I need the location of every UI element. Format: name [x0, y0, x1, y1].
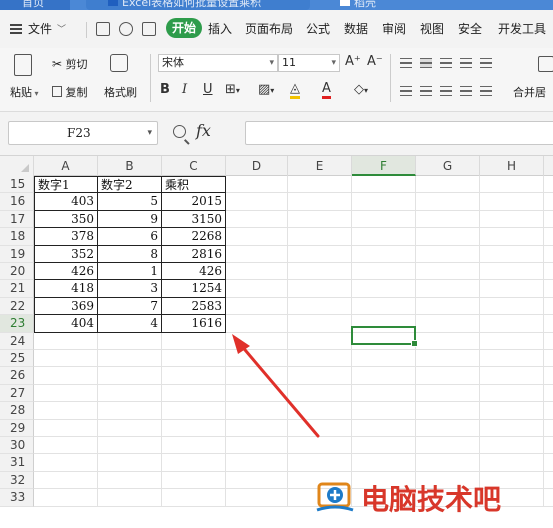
save-icon[interactable]: [96, 22, 110, 36]
align-right-icon[interactable]: [440, 86, 452, 96]
formula-input[interactable]: [245, 121, 553, 145]
watermark: 电脑技术吧: [313, 478, 501, 518]
scissors-icon: ✂: [52, 57, 63, 71]
tab-data[interactable]: 数据: [344, 20, 368, 37]
chevron-down-icon: ▾: [331, 58, 336, 68]
align-top-icon[interactable]: [400, 58, 412, 68]
divider: [86, 22, 87, 38]
copy-icon: [52, 86, 62, 97]
tab-start[interactable]: 开始: [166, 18, 202, 38]
spreadsheet-grid: A B C D E F G H 15 数字1 数字2 乘积 16 403 5 2015 17 35…: [0, 156, 553, 528]
merge-icon[interactable]: [538, 56, 553, 72]
align-middle-icon[interactable]: [420, 58, 432, 68]
format-painter-icon[interactable]: [110, 54, 128, 72]
undo-icon[interactable]: [119, 22, 133, 36]
name-box[interactable]: F23 ▾: [8, 121, 158, 145]
chevron-down-icon: ▾: [269, 58, 274, 68]
copy-button[interactable]: 复制: [52, 84, 88, 100]
fill-color-icon[interactable]: ◬: [290, 82, 300, 99]
monitor-logo-icon: [316, 482, 354, 512]
tab-developer[interactable]: 开发工具: [498, 20, 546, 37]
menu-bar: 文件 ﹀ 开始 插入 页面布局 公式 数据 审阅 视图 安全 开发工具: [0, 10, 553, 48]
divider: [390, 54, 391, 102]
align-bottom-icon[interactable]: [440, 58, 452, 68]
italic-icon[interactable]: I: [182, 82, 187, 97]
align-left-icon[interactable]: [400, 86, 412, 96]
indent-decrease-icon[interactable]: [460, 58, 472, 68]
increase-font-icon[interactable]: A⁺: [345, 54, 361, 69]
underline-icon[interactable]: U: [203, 82, 213, 97]
file-menu[interactable]: 文件 ﹀: [10, 20, 66, 37]
insert-function-button[interactable]: fx: [196, 121, 211, 140]
watermark-text: 电脑技术吧: [361, 483, 502, 516]
paste-button[interactable]: 粘贴 ▾: [10, 84, 39, 100]
hamburger-icon: [10, 23, 22, 34]
tab-home[interactable]: 首页: [0, 0, 70, 10]
excel-file-icon: [108, 0, 118, 6]
formula-bar: F23 ▾ fx: [0, 112, 553, 156]
tab-view[interactable]: 视图: [420, 20, 444, 37]
title-bar: 首页 Excel表格如何批量设置乘积 稻壳: [0, 0, 553, 10]
tab-document[interactable]: Excel表格如何批量设置乘积: [86, 0, 310, 10]
font-size-select[interactable]: 11 ▾: [278, 54, 340, 72]
tab-page-layout[interactable]: 页面布局: [245, 20, 293, 37]
clear-format-icon[interactable]: ◇▾: [354, 82, 368, 97]
chevron-down-icon: ﹀: [57, 25, 67, 35]
ribbon: 粘贴 ▾ ✂ 剪切 复制 格式刷 宋体 ▾ 11 ▾ A⁺ A⁻ B I U ⊞▾ …: [0, 48, 553, 112]
paste-icon[interactable]: [14, 54, 32, 76]
zoom-icon[interactable]: [173, 125, 186, 138]
font-name-select[interactable]: 宋体 ▾: [158, 54, 278, 72]
cut-button[interactable]: ✂ 剪切: [52, 56, 88, 72]
bold-icon[interactable]: B: [160, 82, 170, 97]
indent-increase-icon[interactable]: [480, 58, 492, 68]
tab-security[interactable]: 安全: [458, 20, 482, 37]
red-arrow-annotation: [232, 334, 320, 438]
align-center-icon[interactable]: [420, 86, 432, 96]
docer-icon: [340, 0, 350, 6]
merge-center-button[interactable]: 合并居: [513, 84, 546, 100]
arrow-shaft: [238, 342, 320, 438]
tab-insert[interactable]: 插入: [208, 20, 232, 37]
font-color-icon[interactable]: A: [322, 82, 331, 99]
decrease-font-icon[interactable]: A⁻: [367, 54, 383, 69]
tab-formula[interactable]: 公式: [306, 20, 330, 37]
format-painter-button[interactable]: 格式刷: [104, 84, 137, 100]
tab-review[interactable]: 审阅: [382, 20, 406, 37]
justify-icon[interactable]: [460, 86, 472, 96]
divider: [150, 54, 151, 102]
border-icon[interactable]: ⊞▾: [225, 82, 240, 97]
tab-docer[interactable]: 稻壳: [318, 0, 438, 10]
print-icon[interactable]: [142, 22, 156, 36]
distribute-icon[interactable]: [480, 86, 492, 96]
chevron-down-icon: ▾: [147, 128, 152, 138]
fill-pattern-icon[interactable]: ▨▾: [258, 82, 274, 97]
